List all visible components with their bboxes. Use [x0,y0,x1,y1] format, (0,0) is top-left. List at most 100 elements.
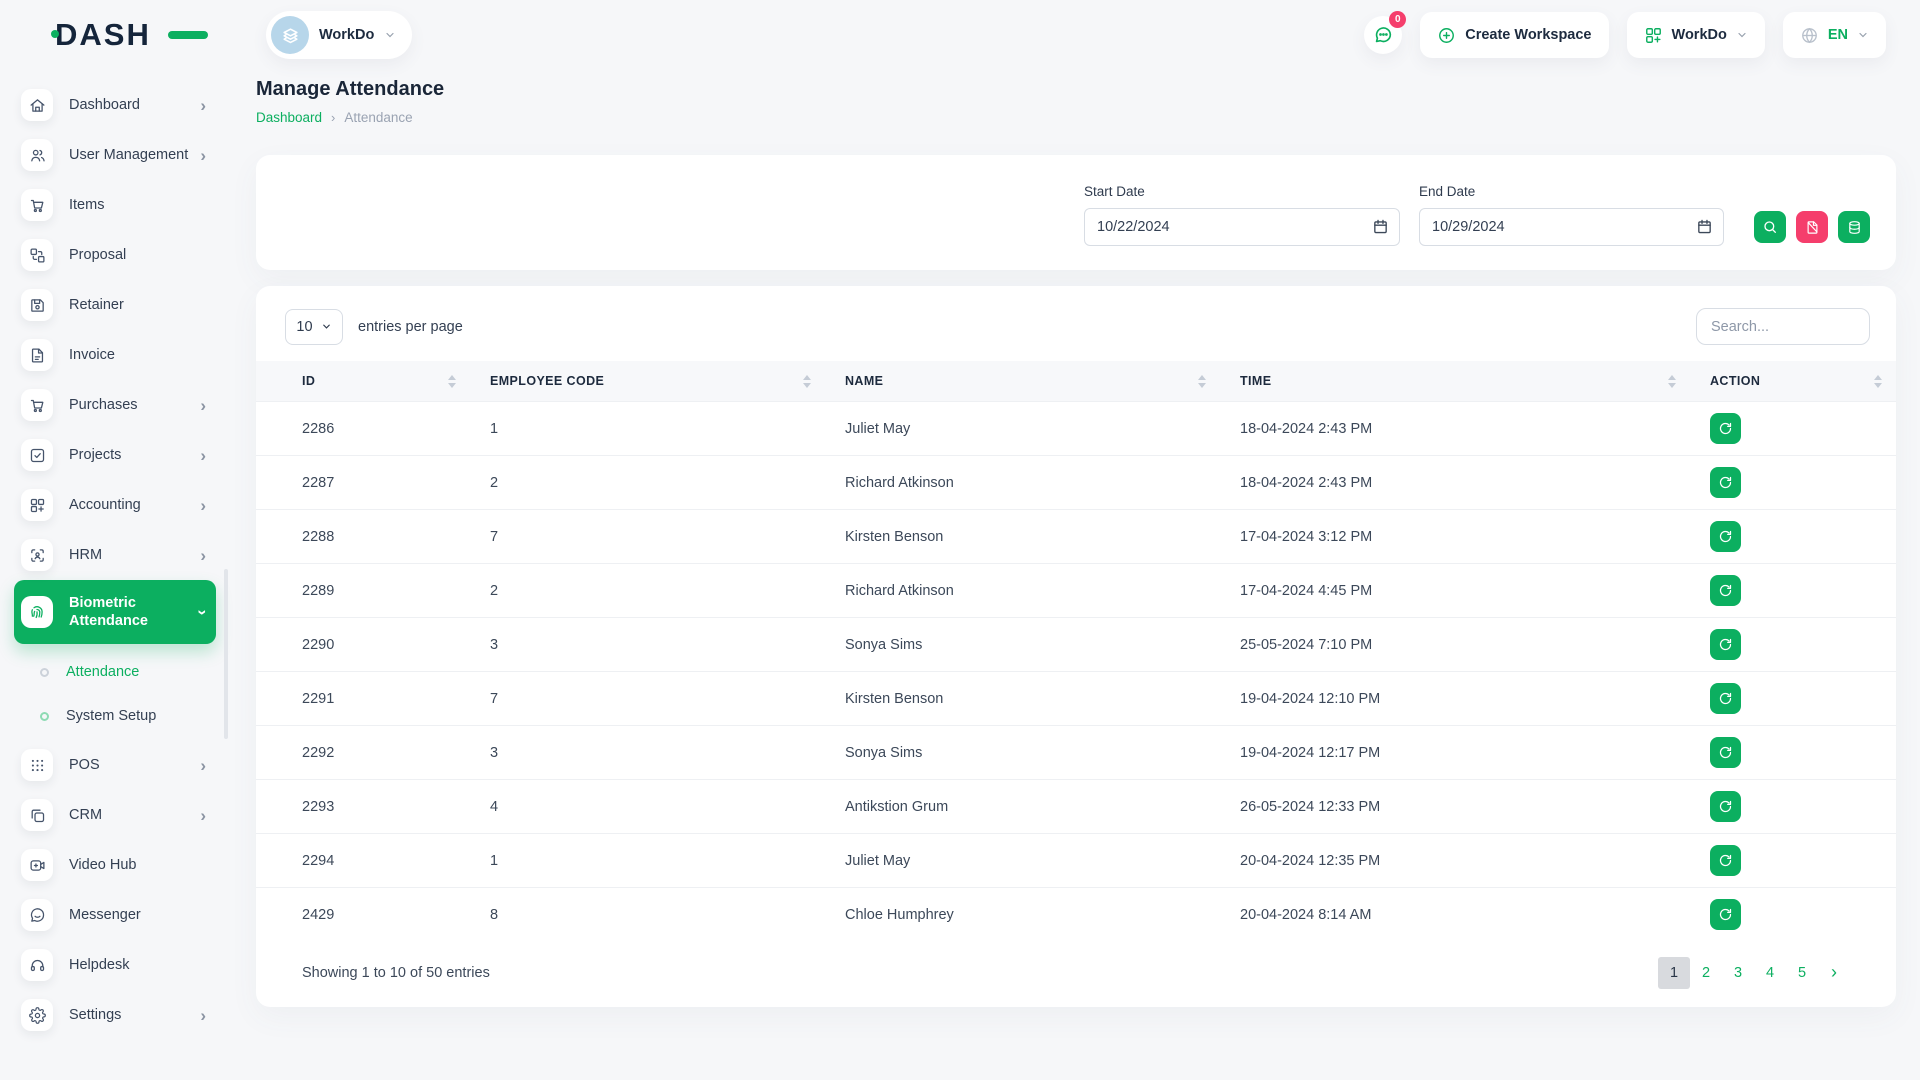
proposal-icon [21,239,53,271]
sidebar-item-hrm[interactable]: HRM › [14,530,216,580]
sidebar-item-label: Purchases [69,396,138,414]
cell-employee-code: 1 [470,402,825,456]
messages-button[interactable]: 0 [1364,16,1402,54]
sidebar-item-biometric-attendance[interactable]: Biometric Attendance › [14,580,216,644]
cell-name: Kirsten Benson [825,672,1220,726]
column-header-id[interactable]: ID [256,361,470,402]
refresh-button[interactable] [1710,413,1741,444]
table-row: 2288 7 Kirsten Benson 17-04-2024 3:12 PM [256,510,1896,564]
submenu-item-system-setup[interactable]: System Setup [14,694,216,738]
sidebar-item-label: User Management [69,146,188,164]
refresh-button[interactable] [1710,629,1741,660]
sidebar-item-projects[interactable]: Projects › [14,430,216,480]
pagination-page[interactable]: 5 [1786,957,1818,989]
sync-attendance-button[interactable] [1838,211,1870,243]
chat-icon [1372,24,1394,46]
pagination-next-button[interactable]: › [1818,957,1850,989]
logo-accent-dash [168,31,208,39]
sidebar-item-messenger[interactable]: Messenger [14,890,216,940]
language-selector[interactable]: EN [1783,12,1886,58]
cell-name: Kirsten Benson [825,510,1220,564]
cell-name: Sonya Sims [825,618,1220,672]
column-header-employee-code[interactable]: EMPLOYEE CODE [470,361,825,402]
chevron-right-icon: › [200,757,206,774]
cell-id: 2429 [256,888,470,942]
sort-icon [448,375,456,388]
pagination-page[interactable]: 1 [1658,957,1690,989]
refresh-button[interactable] [1710,899,1741,930]
pagination-page[interactable]: 3 [1722,957,1754,989]
cell-employee-code: 8 [470,888,825,942]
pagination-page[interactable]: 4 [1754,957,1786,989]
pagination-page[interactable]: 2 [1690,957,1722,989]
clear-filter-button[interactable] [1796,211,1828,243]
sidebar-item-dashboard[interactable]: Dashboard › [14,80,216,130]
dots-grid-icon [21,749,53,781]
sidebar-item-purchases[interactable]: Purchases › [14,380,216,430]
sidebar-item-invoice[interactable]: Invoice [14,330,216,380]
messages-badge: 0 [1389,11,1406,28]
sidebar-item-retainer[interactable]: Retainer [14,280,216,330]
bullet-icon [40,668,49,677]
refresh-button[interactable] [1710,521,1741,552]
column-header-action[interactable]: ACTION [1690,361,1896,402]
create-workspace-button[interactable]: Create Workspace [1420,12,1608,58]
table-row: 2294 1 Juliet May 20-04-2024 12:35 PM [256,834,1896,888]
sidebar-item-helpdesk[interactable]: Helpdesk [14,940,216,990]
video-icon [21,849,53,881]
refresh-button[interactable] [1710,467,1741,498]
sidebar-item-accounting[interactable]: Accounting › [14,480,216,530]
sidebar-item-label: Invoice [69,346,115,364]
sidebar-item-video-hub[interactable]: Video Hub [14,840,216,890]
message-icon [21,899,53,931]
submenu-item-attendance[interactable]: Attendance [14,650,216,694]
workdo-menu-button[interactable]: WorkDo [1627,12,1765,58]
apply-filter-button[interactable] [1754,211,1786,243]
refresh-button[interactable] [1710,683,1741,714]
sidebar-item-items[interactable]: Items [14,180,216,230]
sidebar-item-user-management[interactable]: User Management › [14,130,216,180]
cell-id: 2287 [256,456,470,510]
retainer-icon [21,289,53,321]
refresh-button[interactable] [1710,791,1741,822]
cell-action [1690,618,1896,672]
chevron-right-icon: › [200,397,206,414]
create-workspace-label: Create Workspace [1465,27,1591,43]
refresh-icon [1718,637,1733,652]
submenu-item-label: Attendance [66,664,139,680]
sidebar-item-label: POS [69,756,100,774]
refresh-icon [1718,475,1733,490]
sidebar-item-crm[interactable]: CRM › [14,790,216,840]
topbar: DASH WorkDo 0 Create Workspace [0,0,1920,64]
refresh-button[interactable] [1710,575,1741,606]
sidebar-scrollbar[interactable] [224,569,228,739]
attendance-table-body: 2286 1 Juliet May 18-04-2024 2:43 PM 228… [256,402,1896,942]
cell-time: 18-04-2024 2:43 PM [1220,402,1690,456]
app-logo[interactable]: DASH [55,17,230,53]
chevron-right-icon: › [200,97,206,114]
chevron-down-icon [321,321,332,332]
submenu-item-label: System Setup [66,708,156,724]
start-date-input[interactable] [1084,208,1400,246]
column-header-time[interactable]: TIME [1220,361,1690,402]
sidebar-item-proposal[interactable]: Proposal [14,230,216,280]
sidebar-item-label: Projects [69,446,121,464]
chevron-right-icon: › [200,807,206,824]
refresh-icon [1718,529,1733,544]
invoice-icon [21,339,53,371]
refresh-button[interactable] [1710,737,1741,768]
breadcrumb-dashboard-link[interactable]: Dashboard [256,110,322,125]
table-search-input[interactable] [1696,308,1870,345]
end-date-input[interactable] [1419,208,1724,246]
sidebar-item-settings[interactable]: Settings › [14,990,216,1040]
attendance-table-card: 10 entries per page ID EMPLOYEE CODE [256,286,1896,1007]
cell-name: Richard Atkinson [825,456,1220,510]
refresh-button[interactable] [1710,845,1741,876]
column-header-name[interactable]: NAME [825,361,1220,402]
cell-id: 2288 [256,510,470,564]
workspace-switcher[interactable]: WorkDo [266,11,412,59]
entries-per-page-select[interactable]: 10 [285,309,343,345]
user-scan-icon [21,539,53,571]
sidebar-item-pos[interactable]: POS › [14,740,216,790]
table-row: 2292 3 Sonya Sims 19-04-2024 12:17 PM [256,726,1896,780]
